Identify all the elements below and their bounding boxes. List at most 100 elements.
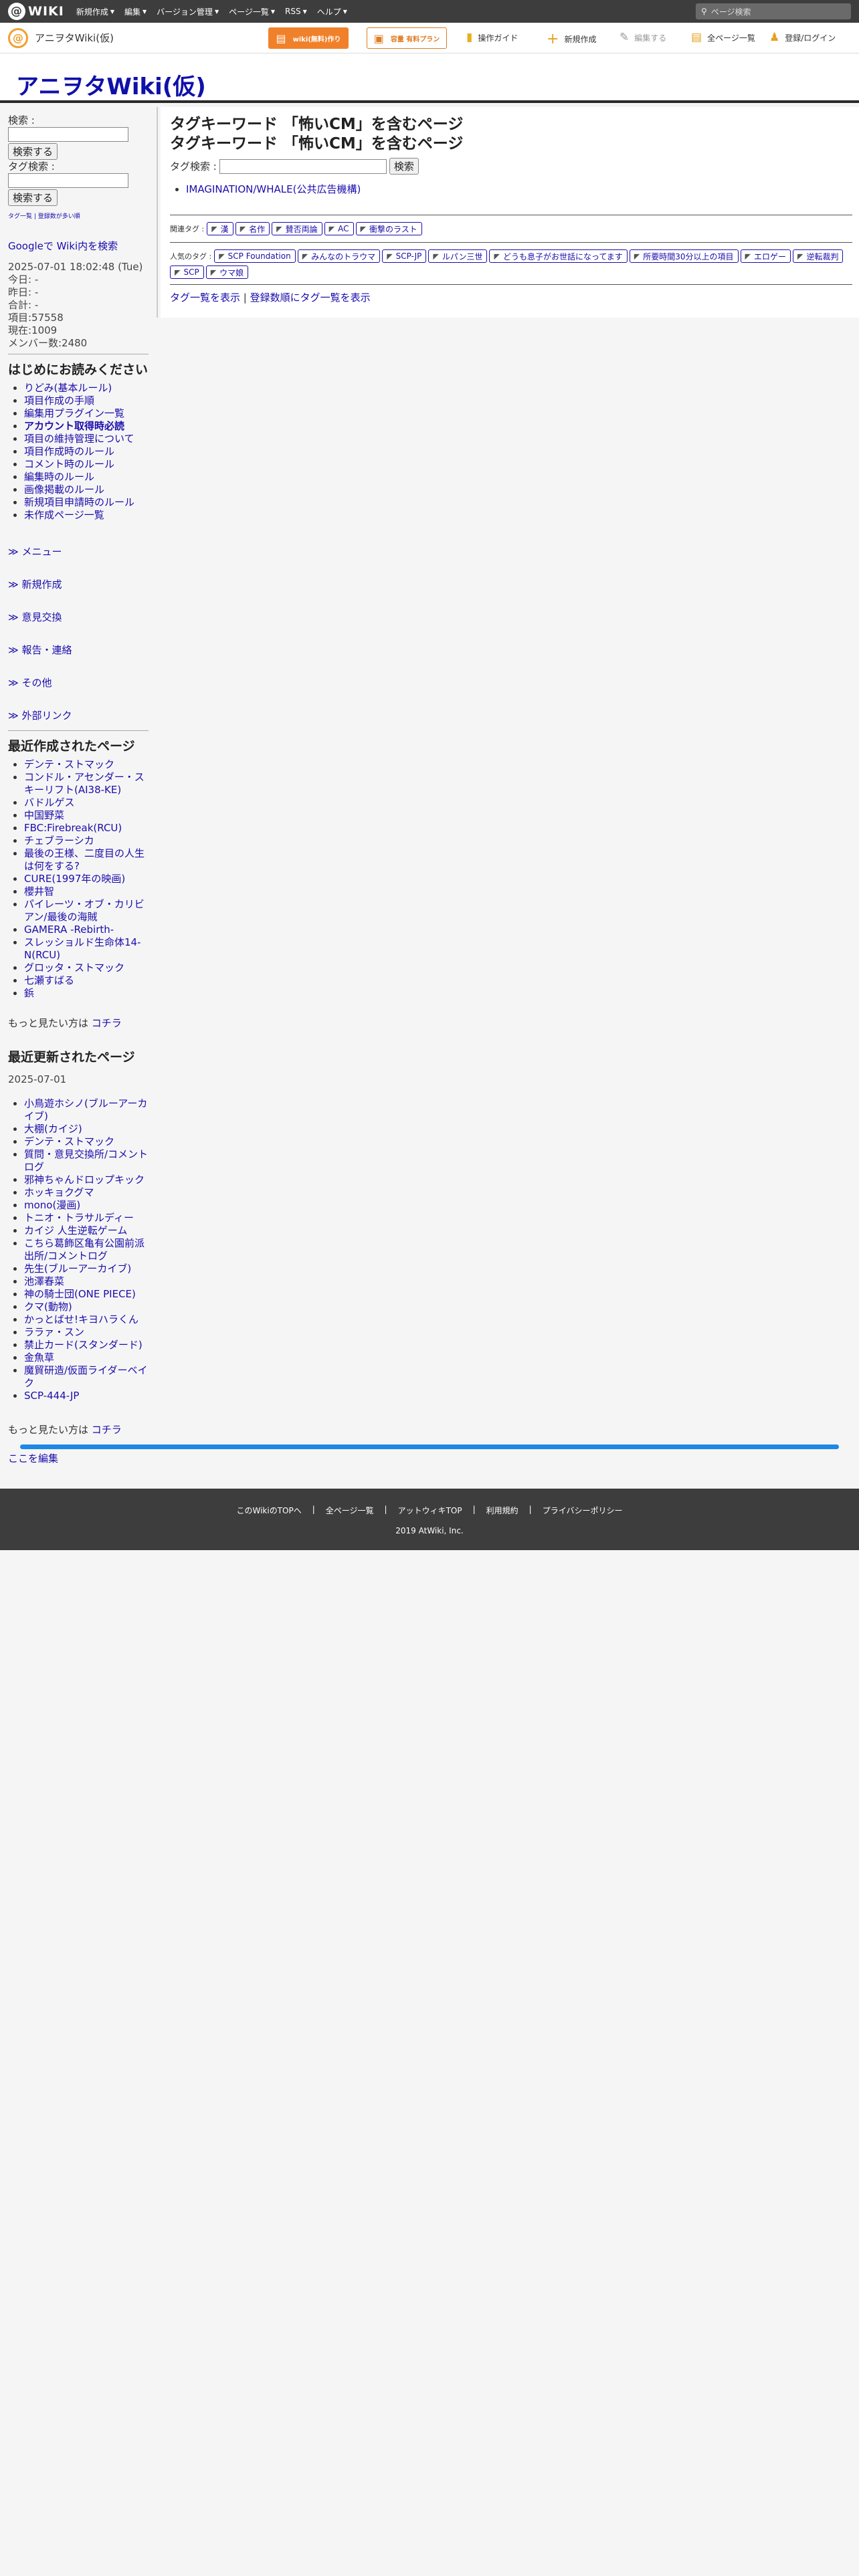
main-tag-search-input[interactable] (219, 158, 387, 174)
recent-created-link[interactable]: 中国野菜 (24, 809, 64, 821)
recent-updated-link[interactable]: 金魚草 (24, 1352, 54, 1364)
recent-created-link[interactable]: 鋲 (24, 987, 34, 999)
recent-updated-link[interactable]: かっとばせ!キヨハラくん (24, 1313, 138, 1325)
sidebar-search-input[interactable] (8, 127, 128, 142)
page-title[interactable]: アニヲタWiki(仮) (16, 68, 206, 101)
intro-link[interactable]: 項目の維持管理について (24, 433, 134, 445)
footer-link-terms[interactable]: 利用規約 (486, 1505, 518, 1516)
tag-chip[interactable]: ◤ ウマ娘 (205, 265, 249, 279)
intro-link[interactable]: りどみ(基本ルール) (24, 382, 112, 394)
footer-link-privacy[interactable]: プライバシーポリシー (543, 1505, 623, 1516)
recent-created-link[interactable]: 七瀬すばる (24, 974, 74, 986)
recent-updated-link[interactable]: mono(漫画) (24, 1199, 80, 1211)
sidebar-search-button[interactable]: 検索する (8, 143, 58, 160)
tag-by-count-link[interactable]: 登録数順にタグ一覧を表示 (250, 292, 371, 304)
recent-updated-link[interactable]: SCP-444-JP (24, 1390, 79, 1402)
atwiki-logo[interactable]: @ WIKI (8, 3, 64, 20)
recent-created-link[interactable]: バドルゲス (24, 796, 74, 809)
recent-updated-link[interactable]: 禁止カード(スタンダード) (24, 1339, 142, 1351)
recent-updated-link[interactable]: 邪神ちゃんドロップキック (24, 1174, 145, 1186)
recent-created-link[interactable]: CURE(1997年の映画) (24, 873, 125, 885)
recent-updated-link[interactable]: こちら葛飾区亀有公園前派出所/コメントログ (24, 1237, 145, 1262)
tag-chip[interactable]: ◤ AC (324, 222, 354, 235)
footer-link-atwiki[interactable]: アットウィキTOP (398, 1505, 462, 1516)
top-menu-pages[interactable]: ページ一覧 ▼ (229, 6, 275, 17)
recent-created-link[interactable]: 最後の王様、二度目の人生は何をする? (24, 847, 145, 872)
recent-updated-link[interactable]: 大棚(カイジ) (24, 1123, 82, 1135)
more-updated-link[interactable]: コチラ (92, 1424, 122, 1436)
top-menu-help[interactable]: ヘルプ ▼ (317, 6, 347, 17)
fold-external[interactable]: ≫ 外部リンク (8, 708, 149, 722)
intro-link[interactable]: 画像掲載のルール (24, 484, 104, 496)
edit-here-link[interactable]: ここを編集 (8, 1453, 58, 1465)
tag-chip[interactable]: ◤ みんなのトラウマ (297, 249, 381, 263)
intro-link[interactable]: 項目作成時のルール (24, 445, 114, 457)
fold-report[interactable]: ≫ 報告・連絡 (8, 643, 149, 657)
recent-updated-link[interactable]: 魔貿研造/仮面ライダーベイク (24, 1364, 147, 1389)
tag-list-link[interactable]: タグ一覧を表示 (170, 292, 240, 304)
top-menu-edit[interactable]: 編集 ▼ (124, 6, 147, 17)
recent-updated-link[interactable]: ララァ・スン (24, 1326, 84, 1338)
top-menu-new[interactable]: 新規作成 ▼ (76, 6, 114, 17)
tag-chip[interactable]: ◤ 名作 (235, 222, 270, 235)
recent-created-link[interactable]: パイレーツ・オブ・カリビアン/最後の海賊 (24, 898, 145, 923)
tag-chip[interactable]: ◤ どうも息子がお世話になってます (489, 249, 628, 263)
intro-link[interactable]: 新規項目申請時のルール (24, 496, 134, 508)
top-menu-version[interactable]: バージョン管理 ▼ (157, 6, 219, 17)
tag-chip[interactable]: ◤ 賛否両論 (272, 222, 322, 235)
fold-menu[interactable]: ≫ メニュー (8, 544, 149, 558)
sidebar-tag-search-input[interactable] (8, 173, 128, 188)
login-link[interactable]: ♟ 登録/ログイン (769, 31, 836, 44)
all-pages-link[interactable]: ▤ 全ページ一覧 (691, 31, 755, 44)
footer-link-all-pages[interactable]: 全ページ一覧 (326, 1505, 374, 1516)
result-link[interactable]: IMAGINATION/WHALE(公共広告機構) (186, 183, 361, 195)
recent-created-link[interactable]: チェブラーシカ (24, 835, 94, 847)
recent-updated-link[interactable]: クマ(動物) (24, 1301, 72, 1313)
recent-updated-link[interactable]: 小鳥遊ホシノ(ブルーアーカイブ) (24, 1097, 147, 1122)
fold-opinion[interactable]: ≫ 意見交換 (8, 610, 149, 624)
tag-chip[interactable]: ◤ SCP-JP (382, 249, 427, 263)
recent-created-link[interactable]: FBC:Firebreak(RCU) (24, 822, 122, 834)
recent-created-link[interactable]: スレッショルド生命体14-N(RCU) (24, 936, 141, 961)
guide-link[interactable]: ▮ 操作ガイド (466, 31, 518, 44)
create-wiki-button[interactable]: ▤ wiki(無料)作り (268, 27, 349, 49)
main-tag-search-button[interactable]: 検索 (389, 158, 419, 175)
sidebar-tag-search-button[interactable]: 検索する (8, 189, 58, 206)
fold-new[interactable]: ≫ 新規作成 (8, 577, 149, 591)
page-search-input[interactable]: ⚲ ページ検索 (696, 3, 851, 19)
tag-chip[interactable]: ◤ 逆転裁判 (793, 249, 844, 263)
intro-link[interactable]: コメント時のルール (24, 458, 114, 470)
tag-chip[interactable]: ◤ 漢 (207, 222, 233, 235)
recent-updated-link[interactable]: デンテ・ストマック (24, 1136, 114, 1148)
recent-created-link[interactable]: コンドル・アセンダー・スキーリフト(AI38-KE) (24, 771, 145, 796)
footer-link-top[interactable]: このWikiのTOPへ (237, 1505, 302, 1516)
top-menu-rss[interactable]: RSS ▼ (285, 7, 307, 16)
tag-chip[interactable]: ◤ ルパン三世 (428, 249, 488, 263)
tag-chip[interactable]: ◤ 衝撃のラスト (355, 222, 422, 235)
recent-updated-link[interactable]: 先生(ブルーアーカイブ) (24, 1263, 131, 1275)
intro-link[interactable]: アカウント取得時必読 (24, 420, 124, 432)
recent-updated-link[interactable]: 池澤春菜 (24, 1275, 64, 1287)
tag-chip[interactable]: ◤ エロゲー (740, 249, 791, 263)
google-search-link[interactable]: Googleで Wiki内を検索 (8, 239, 149, 253)
intro-link[interactable]: 編集用プラグイン一覧 (24, 407, 124, 419)
recent-created-link[interactable]: GAMERA -Rebirth- (24, 924, 114, 936)
tag-chip[interactable]: ◤ SCP (170, 265, 204, 279)
more-created-link[interactable]: コチラ (92, 1017, 122, 1029)
recent-updated-link[interactable]: 神の騎士団(ONE PIECE) (24, 1288, 136, 1300)
intro-link[interactable]: 未作成ページ一覧 (24, 509, 104, 521)
intro-link[interactable]: 項目作成の手順 (24, 395, 94, 407)
recent-created-link[interactable]: 櫻井智 (24, 885, 54, 897)
edit-page-link[interactable]: ✎ 編集する (619, 31, 666, 44)
new-page-link[interactable]: + 新規作成 (547, 31, 596, 47)
recent-updated-link[interactable]: トニオ・トラサルディー (24, 1212, 134, 1224)
recent-updated-link[interactable]: カイジ 人生逆転ゲーム (24, 1224, 127, 1237)
tag-chip[interactable]: ◤ 所要時間30分以上の項目 (629, 249, 739, 263)
recent-updated-link[interactable]: 質問・意見交換所/コメントログ (24, 1148, 148, 1173)
recent-updated-link[interactable]: ホッキョクグマ (24, 1186, 94, 1198)
tag-chip[interactable]: ◤ SCP Foundation (214, 249, 296, 263)
paid-plan-button[interactable]: ▣ 容量 有料プラン (367, 27, 447, 49)
fold-other[interactable]: ≫ その他 (8, 675, 149, 689)
intro-link[interactable]: 編集時のルール (24, 471, 94, 483)
recent-created-link[interactable]: デンテ・ストマック (24, 758, 114, 770)
